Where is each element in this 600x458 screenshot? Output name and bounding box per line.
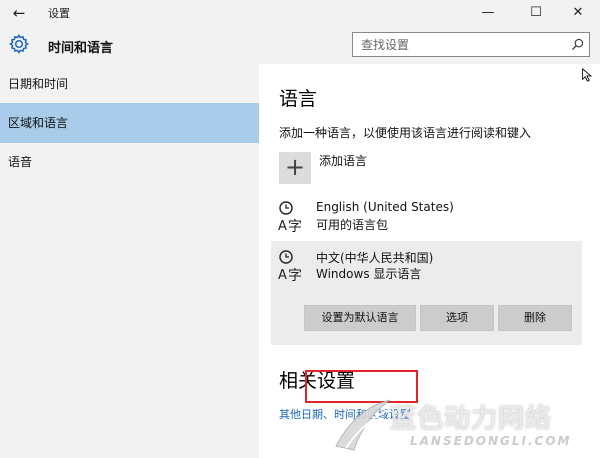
header: 时间和语言 xyxy=(0,26,600,64)
mouse-cursor-icon xyxy=(582,68,593,82)
section-title-language: 语言 xyxy=(279,88,318,110)
back-arrow-icon[interactable]: ← xyxy=(8,3,30,23)
language-status: 可用的语言包 xyxy=(316,218,389,232)
language-icon: A 字 xyxy=(278,201,302,234)
page-title: 时间和语言 xyxy=(48,41,114,56)
language-status: Windows 显示语言 xyxy=(316,267,422,281)
search-icon[interactable] xyxy=(571,38,584,51)
svg-text:A: A xyxy=(278,268,287,283)
watermark: 蓝色动力网络 LANSEDONGLI.COM xyxy=(332,394,600,458)
sidebar: 日期和时间 区域和语言 语音 xyxy=(0,64,259,458)
language-item-chinese[interactable]: A 字 中文(中华人民共和国) Windows 显示语言 设置为默认语言 选项 … xyxy=(271,241,582,345)
options-button[interactable]: 选项 xyxy=(420,305,494,331)
sidebar-item-region-language[interactable]: 区域和语言 xyxy=(0,103,259,143)
watermark-text: 蓝色动力网络 xyxy=(390,404,553,434)
window-title: 设置 xyxy=(48,7,70,20)
watermark-logo-icon xyxy=(335,399,391,451)
sidebar-item-speech[interactable]: 语音 xyxy=(0,142,259,182)
language-item-english[interactable]: A 字 English (United States) 可用的语言包 xyxy=(271,200,582,240)
add-language-label: 添加语言 xyxy=(319,154,368,168)
search-input[interactable] xyxy=(353,33,563,56)
set-default-language-button[interactable]: 设置为默认语言 xyxy=(304,305,416,331)
svg-text:A: A xyxy=(278,219,287,234)
svg-text:字: 字 xyxy=(288,268,302,283)
svg-text:字: 字 xyxy=(288,219,302,234)
gear-icon xyxy=(9,33,29,54)
delete-button[interactable]: 删除 xyxy=(498,305,572,331)
minimize-button[interactable]: — xyxy=(466,0,510,26)
title-bar: ← 设置 — ☐ ✕ xyxy=(0,0,600,26)
close-button[interactable]: ✕ xyxy=(556,0,600,26)
language-name: English (United States) xyxy=(316,200,454,214)
language-name: 中文(中华人民共和国) xyxy=(316,251,434,265)
plus-icon: + xyxy=(279,152,311,184)
maximize-button[interactable]: ☐ xyxy=(514,0,558,26)
language-icon: A 字 xyxy=(278,250,302,283)
section-title-related-settings: 相关设置 xyxy=(279,370,356,392)
search-box[interactable] xyxy=(352,32,590,57)
sidebar-item-date-time[interactable]: 日期和时间 xyxy=(0,64,259,104)
language-description: 添加一种语言，以便使用该语言进行阅读和键入 xyxy=(279,126,532,140)
watermark-subtext: LANSEDONGLI.COM xyxy=(410,434,572,448)
add-language-button[interactable]: + 添加语言 xyxy=(279,152,559,186)
